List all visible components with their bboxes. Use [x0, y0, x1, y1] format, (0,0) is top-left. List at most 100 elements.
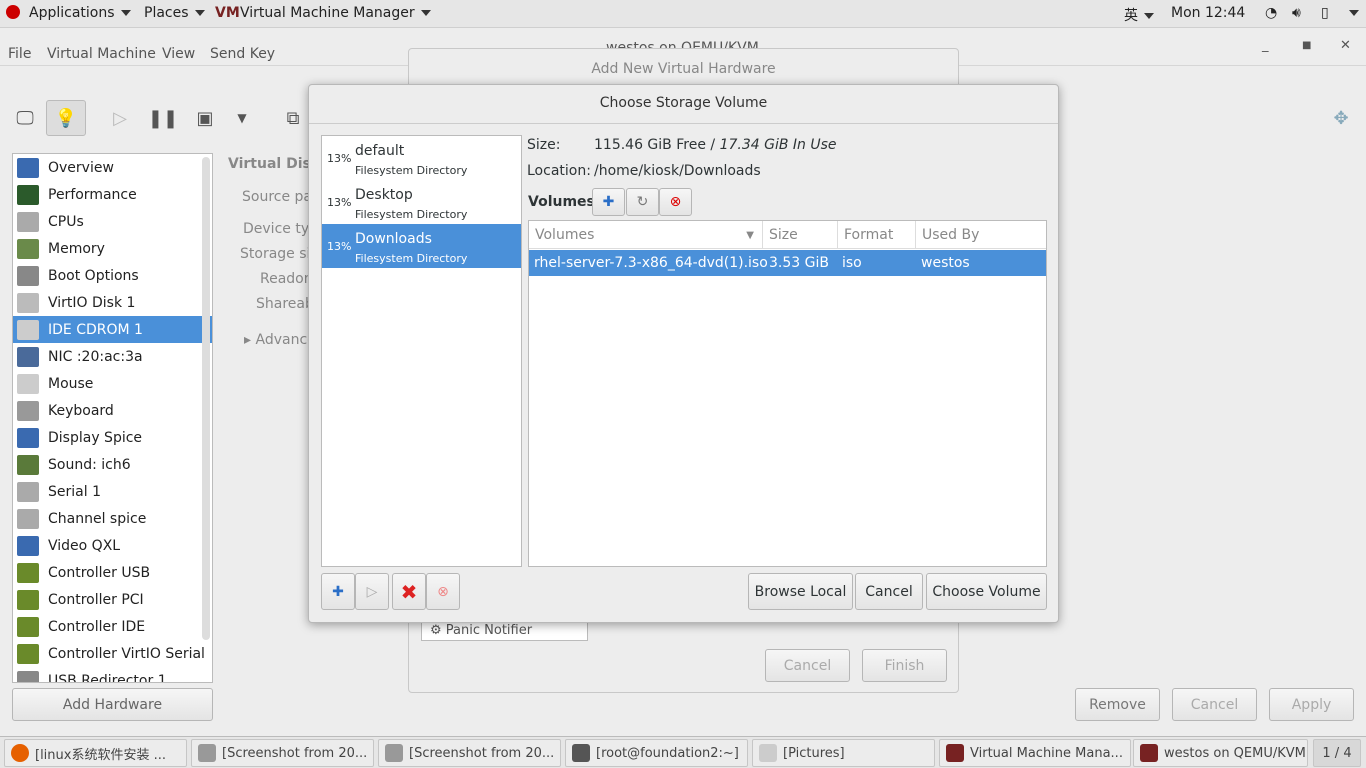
hardware-icon	[17, 454, 39, 475]
shutdown-dropdown-icon[interactable]: ▼	[222, 100, 262, 136]
column-header-size[interactable]: Size	[763, 221, 838, 249]
hardware-item[interactable]: Video QXL	[13, 532, 212, 559]
delete-pool-icon[interactable]: ✖	[392, 573, 426, 610]
add-volume-icon[interactable]: ✚	[592, 188, 625, 216]
finish-button[interactable]: Finish	[862, 649, 947, 682]
menu-send-key[interactable]: Send Key	[210, 46, 275, 62]
maximize-button[interactable]: ■	[1302, 40, 1311, 51]
top-bar: Applications Places VM Virtual Machine M…	[0, 0, 1366, 28]
hardware-item[interactable]: Controller IDE	[13, 613, 212, 640]
add-hardware-button[interactable]: Add Hardware	[12, 688, 213, 721]
hardware-item[interactable]: Boot Options	[13, 262, 212, 289]
pool-item-desktop[interactable]: 13% Desktop Filesystem Directory	[322, 180, 521, 224]
cell-size: 3.53 GiB	[769, 255, 829, 271]
pause-icon[interactable]: ❚❚	[143, 100, 183, 136]
hardware-item[interactable]: Overview	[13, 154, 212, 181]
refresh-icon[interactable]: ↻	[626, 188, 659, 216]
delete-volume-icon[interactable]: ⊗	[659, 188, 692, 216]
close-button[interactable]: ✕	[1340, 38, 1351, 53]
size-value: 115.46 GiB Free / 17.34 GiB In Use	[594, 137, 837, 153]
hardware-item[interactable]: Channel spice	[13, 505, 212, 532]
places-menu[interactable]: Places	[144, 5, 205, 21]
hardware-item[interactable]: VirtIO Disk 1	[13, 289, 212, 316]
hardware-icon	[17, 346, 39, 367]
hardware-item[interactable]: Sound: ich6	[13, 451, 212, 478]
cancel-button[interactable]: Cancel	[1172, 688, 1257, 721]
hardware-icon	[17, 157, 39, 178]
task-screenshot-1[interactable]: [Screenshot from 20...	[191, 739, 374, 767]
resize-icon[interactable]: ✥	[1321, 100, 1361, 136]
location-label: Location:	[527, 163, 591, 179]
hardware-icon	[17, 292, 39, 313]
pool-item-downloads[interactable]: 13% Downloads Filesystem Directory	[322, 224, 521, 268]
hardware-item[interactable]: Serial 1	[13, 478, 212, 505]
hardware-icon	[17, 535, 39, 556]
cancel-button[interactable]: Cancel	[855, 573, 923, 610]
add-pool-icon[interactable]: ✚	[321, 573, 355, 610]
app-menu[interactable]: Virtual Machine Manager	[240, 5, 431, 21]
table-row[interactable]: rhel-server-7.3-x86_64-dvd(1).iso 3.53 G…	[529, 250, 1046, 276]
remove-button[interactable]: Remove	[1075, 688, 1160, 721]
stop-pool-icon[interactable]: ⊗	[426, 573, 460, 610]
hardware-item[interactable]: Performance	[13, 181, 212, 208]
browse-local-button[interactable]: Browse Local	[748, 573, 853, 610]
volumes-label: Volumes	[528, 194, 595, 210]
hardware-item[interactable]: Display Spice	[13, 424, 212, 451]
hardware-item[interactable]: CPUs	[13, 208, 212, 235]
cancel-button[interactable]: Cancel	[765, 649, 850, 682]
column-header-format[interactable]: Format	[838, 221, 916, 249]
hardware-item-label: Memory	[48, 240, 105, 257]
task-pictures[interactable]: [Pictures]	[752, 739, 935, 767]
hardware-item[interactable]: NIC :20:ac:3a	[13, 343, 212, 370]
hardware-item[interactable]: Keyboard	[13, 397, 212, 424]
system-menu[interactable]	[1343, 5, 1359, 21]
input-method[interactable]: 英	[1124, 5, 1154, 25]
task-terminal[interactable]: [root@foundation2:~]	[565, 739, 748, 767]
menu-view[interactable]: View	[162, 46, 195, 62]
hardware-item-label: Serial 1	[48, 483, 101, 500]
hardware-icon	[17, 643, 39, 664]
column-header-volumes[interactable]: Volumes ▼	[529, 221, 763, 249]
hardware-item[interactable]: IDE CDROM 1	[13, 316, 212, 343]
hardware-item[interactable]: USB Redirector 1	[13, 667, 212, 682]
shutdown-icon[interactable]: ▣	[185, 100, 225, 136]
hardware-item-label: Video QXL	[48, 537, 121, 554]
fullscreen-console-icon[interactable]: ⧉	[273, 100, 313, 136]
choose-storage-volume-dialog: Choose Storage Volume 13% default Filesyst…	[308, 84, 1059, 623]
pool-item-default[interactable]: 13% default Filesystem Directory	[322, 136, 521, 180]
task-westos-vm[interactable]: westos on QEMU/KVM	[1133, 739, 1308, 767]
hardware-item[interactable]: Controller USB	[13, 559, 212, 586]
start-pool-icon[interactable]: ▷	[355, 573, 389, 610]
minimize-button[interactable]: _	[1262, 38, 1269, 53]
battery-icon[interactable]: ▯	[1321, 5, 1329, 21]
task-screenshot-2[interactable]: [Screenshot from 20...	[378, 739, 561, 767]
volume-icon[interactable]: 🔊︎	[1292, 5, 1301, 21]
hardware-item-label: NIC :20:ac:3a	[48, 348, 143, 365]
task-firefox[interactable]: [linux系统软件安装 ...	[4, 739, 187, 767]
hardware-icon	[17, 211, 39, 232]
hardware-item[interactable]: Controller VirtIO Serial	[13, 640, 212, 667]
column-header-used-by[interactable]: Used By	[916, 221, 1046, 249]
workspace-indicator[interactable]: 1 / 4	[1313, 739, 1361, 767]
task-virt-manager[interactable]: Virtual Machine Mana...	[939, 739, 1131, 767]
hardware-item[interactable]: Memory	[13, 235, 212, 262]
location-value: /home/kiosk/Downloads	[594, 163, 761, 179]
run-icon[interactable]: ▷	[100, 100, 140, 136]
clock[interactable]: Mon 12:44	[1171, 5, 1245, 21]
hardware-item-label: Keyboard	[48, 402, 114, 419]
applications-menu[interactable]: Applications	[29, 5, 131, 21]
choose-volume-button[interactable]: Choose Volume	[926, 573, 1047, 610]
wifi-icon[interactable]: ◔	[1265, 5, 1277, 21]
hardware-item-label: Controller VirtIO Serial	[48, 645, 205, 662]
menu-file[interactable]: File	[8, 46, 31, 62]
size-label: Size:	[527, 137, 561, 153]
hardware-list-scrollbar[interactable]	[202, 157, 210, 640]
menu-virtual-machine[interactable]: Virtual Machine	[47, 46, 156, 62]
details-bulb-icon[interactable]: 💡	[46, 100, 86, 136]
advanced-expander[interactable]: ▸ Advance	[244, 332, 316, 348]
apply-button[interactable]: Apply	[1269, 688, 1354, 721]
hardware-item[interactable]: Mouse	[13, 370, 212, 397]
list-item-panic-notifier[interactable]: ⚙ Panic Notifier	[421, 621, 588, 641]
hardware-item[interactable]: Controller PCI	[13, 586, 212, 613]
console-icon[interactable]: 🖵	[5, 100, 45, 136]
